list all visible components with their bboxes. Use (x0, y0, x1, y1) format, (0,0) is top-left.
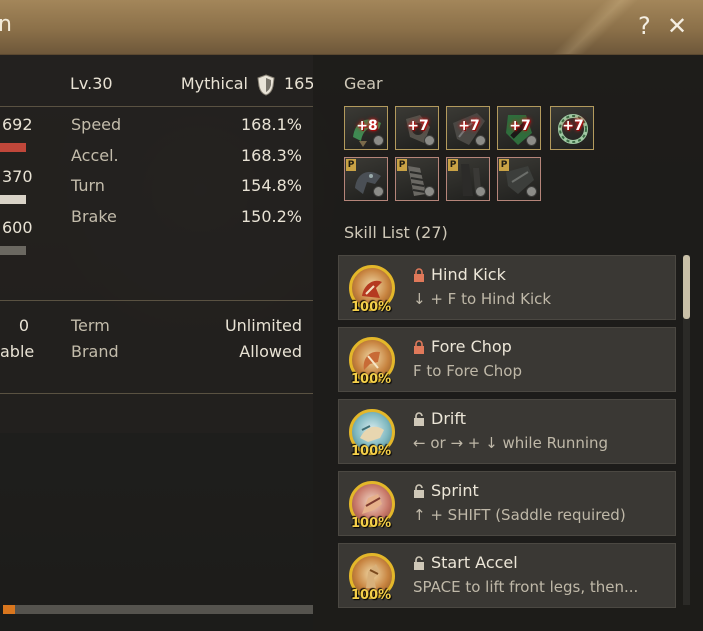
skill-description: SPACE to lift front legs, then... (413, 578, 639, 596)
accel-label: Accel. (71, 146, 119, 165)
shield-icon (257, 74, 275, 96)
skill-item-fore-chop[interactable]: 100% Fore Chop F to Fore Chop (338, 327, 676, 392)
skill-description: ↑ + SHIFT (Saddle required) (413, 506, 626, 524)
premium-badge: P (346, 159, 356, 171)
premium-badge: P (448, 159, 458, 171)
progress-fill (3, 605, 15, 614)
skill-item-drift[interactable]: 100% Drift ← or → + ↓ while Running (338, 399, 676, 464)
speed-label: Speed (71, 115, 122, 134)
partial-stat-bar-1 (0, 143, 26, 152)
partial-stat-value-3: 600 (2, 218, 33, 237)
skill-list-title: Skill List (27) (344, 223, 448, 242)
enhance-level: +7 (458, 118, 480, 134)
premium-badge: P (397, 159, 407, 171)
partial-info-value-2: able (0, 342, 35, 361)
gear-slot-barding[interactable]: +7 (446, 106, 490, 150)
skill-name: Fore Chop (431, 337, 512, 356)
gear-status-dot (373, 186, 384, 197)
horse-level: Lv.30 (70, 74, 113, 93)
gear-status-dot (373, 135, 384, 146)
horse-preview-area (0, 433, 313, 631)
lock-icon (414, 340, 424, 354)
window-title-bar[interactable]: n ? ✕ (0, 0, 703, 55)
question-mark-icon[interactable]: ? (638, 12, 651, 40)
skill-mastery-percent: 100% (351, 300, 392, 315)
horse-grade: Mythical (180, 74, 248, 93)
skill-item-start-accel[interactable]: 100% Start Accel SPACE to lift front leg… (338, 543, 676, 608)
partial-stat-value-1: 692 (2, 115, 33, 134)
gear-status-dot (475, 135, 486, 146)
turn-label: Turn (71, 176, 105, 195)
skill-item-hind-kick[interactable]: 100% Hind Kick ↓ + F to Hind Kick (338, 255, 676, 320)
partial-info-value-1: 0 (18, 316, 29, 335)
skill-mastery-percent: 100% (351, 588, 392, 603)
skill-name: Sprint (431, 481, 479, 500)
stats-divider-middle (0, 300, 313, 301)
gear-slot-tail[interactable]: P (497, 157, 541, 201)
gear-status-dot (424, 186, 435, 197)
gear-slot-armor[interactable]: P (395, 157, 439, 201)
horse-stats-panel (0, 55, 313, 433)
term-label: Term (71, 316, 110, 335)
brand-label: Brand (71, 342, 119, 361)
unlock-icon (414, 412, 424, 426)
brake-label: Brake (71, 207, 117, 226)
progress-track (3, 605, 313, 614)
brake-value: 150.2% (240, 207, 302, 226)
skill-description: ↓ + F to Hind Kick (413, 290, 552, 308)
unlock-icon (414, 556, 424, 570)
stats-divider-bottom (0, 393, 313, 394)
gear-title: Gear (344, 74, 383, 93)
skill-mastery-percent: 100% (351, 516, 392, 531)
skill-mastery-percent: 100% (351, 444, 392, 459)
partial-stat-bar-3 (0, 246, 26, 255)
lock-icon (414, 268, 424, 282)
skill-item-sprint[interactable]: 100% Sprint ↑ + SHIFT (Saddle required) (338, 471, 676, 536)
gear-slot-horseshoe[interactable]: +7 (497, 106, 541, 150)
enhance-level: +7 (562, 118, 584, 134)
speed-value: 168.1% (240, 115, 302, 134)
gear-status-dot (475, 186, 486, 197)
skill-description: F to Fore Chop (413, 362, 523, 380)
accel-value: 168.3% (240, 146, 302, 165)
enhance-level: +8 (356, 118, 378, 134)
stats-divider-top (0, 106, 313, 107)
close-icon[interactable]: ✕ (667, 12, 687, 40)
turn-value: 154.8% (240, 176, 302, 195)
skill-name: Hind Kick (431, 265, 506, 284)
unlock-icon (414, 484, 424, 498)
title-bar-ornament (540, 0, 650, 54)
gear-slot-head[interactable]: P (344, 157, 388, 201)
brand-value: Allowed (239, 342, 302, 361)
premium-badge: P (499, 159, 509, 171)
term-value: Unlimited (224, 316, 302, 335)
gear-slot-legs[interactable]: P (446, 157, 490, 201)
gear-slot-saddle[interactable]: +8 (344, 106, 388, 150)
partial-stat-bar-2 (0, 195, 26, 204)
window-title: n (0, 12, 12, 37)
skill-list-scroll-thumb[interactable] (683, 255, 690, 319)
gear-status-dot (526, 186, 537, 197)
skill-description: ← or → + ↓ while Running (413, 434, 609, 452)
skill-name: Drift (431, 409, 466, 428)
skill-list[interactable]: 100% Hind Kick ↓ + F to Hind Kick 100% F… (336, 252, 678, 613)
gear-slot-horseshoe-ring[interactable]: +7 (550, 106, 594, 150)
enhance-level: +7 (407, 118, 429, 134)
gear-slot-stirrups[interactable]: +7 (395, 106, 439, 150)
enhance-level: +7 (509, 118, 531, 134)
skill-mastery-percent: 100% (351, 372, 392, 387)
gear-status-dot (526, 135, 537, 146)
grade-value: 165 (284, 74, 315, 93)
partial-stat-value-2: 370 (2, 167, 33, 186)
skill-name: Start Accel (431, 553, 518, 572)
gear-status-dot (424, 135, 435, 146)
